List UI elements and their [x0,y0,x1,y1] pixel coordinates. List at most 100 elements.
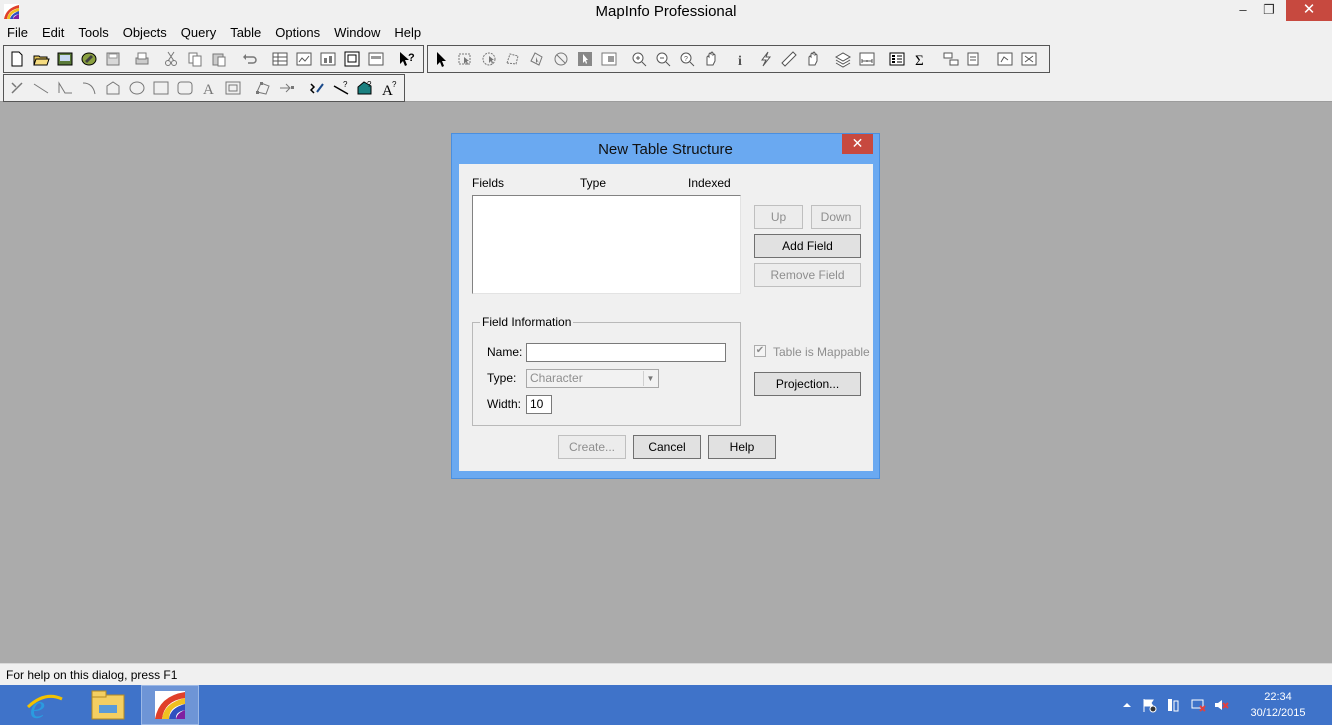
info-tool-icon[interactable]: i [731,49,751,69]
symbol-style-icon[interactable] [307,78,327,98]
fields-list[interactable] [472,195,741,294]
paste-icon[interactable] [209,49,229,69]
polyline-tool-icon[interactable] [55,78,75,98]
remove-field-button[interactable]: Remove Field [754,263,861,287]
name-field[interactable] [526,343,726,362]
mappable-checkbox[interactable]: ✔ [754,345,766,357]
polygon-tool-icon[interactable] [103,78,123,98]
set-target-icon[interactable] [1019,49,1039,69]
new-table-icon[interactable] [7,49,27,69]
system-clock[interactable]: 22:34 30/12/2015 [1240,689,1316,721]
layer-control-icon[interactable] [833,49,853,69]
restore-button[interactable]: ❐ [1256,0,1282,21]
radius-select-icon[interactable] [479,49,499,69]
open-table-icon[interactable] [31,49,51,69]
menu-options[interactable]: Options [268,23,327,43]
text-style-icon[interactable]: A? [379,78,399,98]
network-icon[interactable] [1190,697,1206,713]
new-browser-icon[interactable] [270,49,290,69]
line-tool-icon[interactable] [31,78,51,98]
rectangle-tool-icon[interactable] [151,78,171,98]
new-grapher-icon[interactable] [318,49,338,69]
clock-time: 22:34 [1264,691,1292,703]
polygon-select-icon[interactable] [503,49,523,69]
menu-query[interactable]: Query [174,23,223,43]
graph-select-icon[interactable] [575,49,595,69]
projection-button[interactable]: Projection... [754,372,861,396]
cut-icon[interactable] [161,49,181,69]
change-view-icon[interactable]: ? [677,49,697,69]
new-mapper-icon[interactable] [294,49,314,69]
undo-icon[interactable] [240,49,260,69]
add-field-button[interactable]: Add Field [754,234,861,258]
copy-icon[interactable] [185,49,205,69]
cancel-button[interactable]: Cancel [633,435,701,459]
cartographic-legend-icon[interactable] [941,49,961,69]
invert-select-icon[interactable] [599,49,619,69]
chevron-down-icon[interactable]: ▼ [643,371,657,386]
region-style-icon[interactable]: ? [355,78,375,98]
line-style-icon[interactable]: ? [331,78,351,98]
menu-help[interactable]: Help [387,23,428,43]
print-icon[interactable] [132,49,152,69]
unselect-all-icon[interactable] [551,49,571,69]
add-node-icon[interactable] [277,78,297,98]
rounded-rectangle-tool-icon[interactable] [175,78,195,98]
menu-window[interactable]: Window [327,23,387,43]
drawing-toolbar: A ? ? A? [3,74,405,102]
arc-tool-icon[interactable] [79,78,99,98]
drag-map-icon[interactable] [803,49,823,69]
width-field[interactable]: 10 [526,395,552,414]
statistics-sigma-icon[interactable]: Σ [911,49,931,69]
menu-bar: File Edit Tools Objects Query Table Opti… [0,23,1332,43]
scale-bar-icon[interactable] [857,49,877,69]
reshape-tool-icon[interactable] [253,78,273,98]
ellipse-tool-icon[interactable] [127,78,147,98]
save-table-icon[interactable] [103,49,123,69]
help-pointer-icon[interactable]: ? [396,49,416,69]
action-center-flag-icon[interactable] [1141,697,1157,713]
symbol-tool-icon[interactable] [7,78,27,98]
menu-table[interactable]: Table [223,23,268,43]
hotlink-tool-icon[interactable] [755,49,775,69]
show-hidden-icons-chevron-icon[interactable] [1119,697,1135,713]
internet-explorer-icon[interactable]: e [16,685,74,725]
ruler-icon[interactable] [779,49,799,69]
help-button[interactable]: Help [708,435,776,459]
create-button[interactable]: Create... [558,435,626,459]
select-arrow-icon[interactable] [431,49,451,69]
field-information-group: Field Information Name: Type: Character … [472,315,741,426]
zoom-in-icon[interactable] [629,49,649,69]
up-button[interactable]: Up [754,205,803,229]
marquee-select-icon[interactable] [455,49,475,69]
field-information-caption: Field Information [480,315,574,329]
battery-power-icon[interactable] [1165,697,1181,713]
grabber-hand-icon[interactable] [701,49,721,69]
mapinfo-task-icon[interactable] [141,685,199,725]
text-tool-icon[interactable]: A [199,78,219,98]
new-layout-icon[interactable] [342,49,362,69]
menu-edit[interactable]: Edit [35,23,71,43]
boundary-select-icon[interactable] [527,49,547,69]
type-select[interactable]: Character ▼ [526,369,659,388]
menu-tools[interactable]: Tools [71,23,115,43]
open-dbms-icon[interactable] [79,49,99,69]
dialog-close-button[interactable]: ✕ [842,134,873,154]
label-tool-icon[interactable] [965,49,985,69]
open-workspace-icon[interactable] [55,49,75,69]
show-legend-icon[interactable] [887,49,907,69]
menu-file[interactable]: File [0,23,35,43]
file-explorer-icon[interactable] [79,685,137,725]
clip-region-icon[interactable] [995,49,1015,69]
title-bar: MapInfo Professional – ❐ ✕ [0,0,1332,23]
menu-objects[interactable]: Objects [116,23,174,43]
status-text: For help on this dialog, press F1 [6,668,178,682]
close-button[interactable]: ✕ [1286,0,1332,21]
volume-muted-icon[interactable] [1213,697,1229,713]
taskbar: e 22:34 30/12/2015 [0,685,1332,725]
down-button[interactable]: Down [811,205,861,229]
minimize-button[interactable]: – [1230,0,1256,21]
frame-tool-icon[interactable] [223,78,243,98]
zoom-out-icon[interactable] [653,49,673,69]
redistrict-icon[interactable] [366,49,386,69]
